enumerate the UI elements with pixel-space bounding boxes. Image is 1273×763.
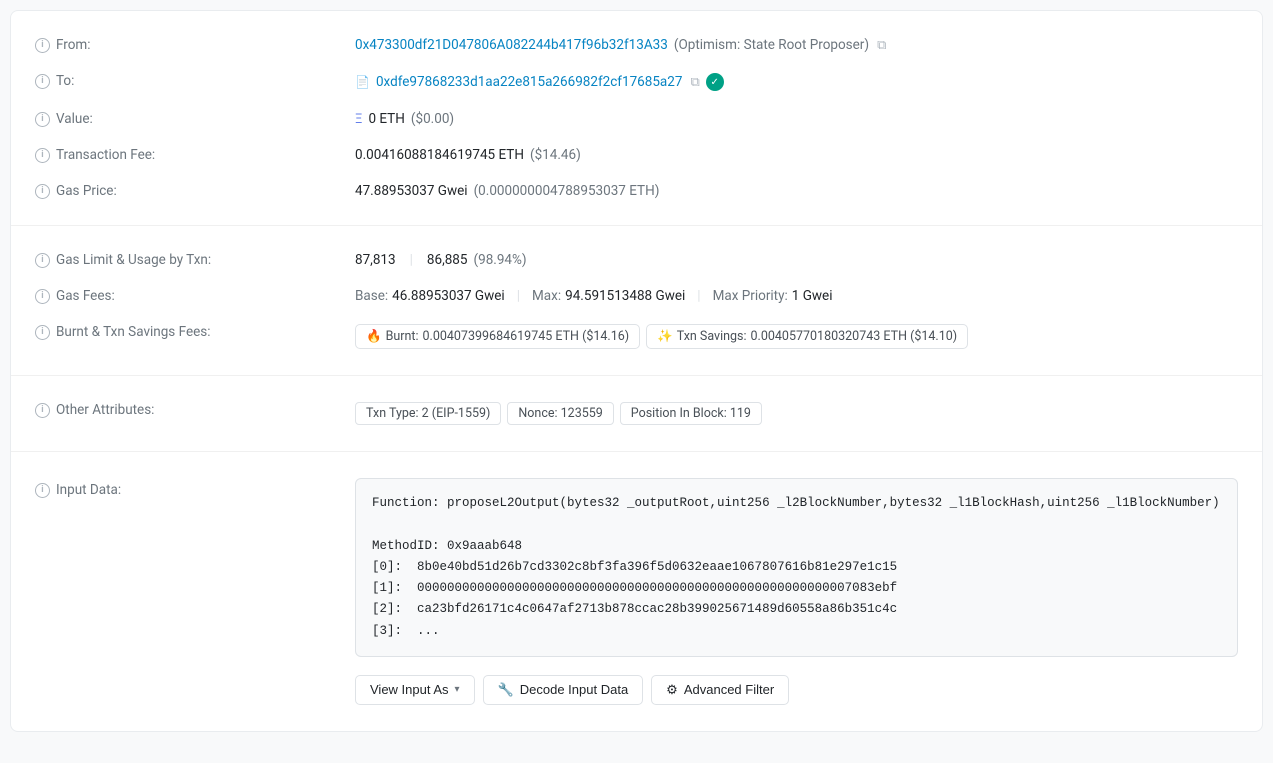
- gasprice-info-icon[interactable]: i: [35, 184, 50, 199]
- attributes-info-icon[interactable]: i: [35, 403, 50, 418]
- gasfees-value: Base: 46.88953037 Gwei | Max: 94.5915134…: [355, 288, 1238, 304]
- txfee-amount: 0.00416088184619745 ETH: [355, 147, 524, 163]
- txfee-value: 0.00416088184619745 ETH ($14.46): [355, 147, 1238, 163]
- to-info-icon[interactable]: i: [35, 74, 50, 89]
- nonce-value: 123559: [561, 406, 603, 421]
- maxpriority-label: Max Priority:: [713, 288, 788, 304]
- value-info-icon[interactable]: i: [35, 112, 50, 127]
- eth-icon: Ξ: [355, 112, 362, 127]
- position-label: Position In Block:: [631, 406, 727, 421]
- burnt-info-icon[interactable]: i: [35, 325, 50, 340]
- divider-1: |: [410, 252, 413, 268]
- from-label: i From:: [35, 37, 355, 53]
- gaslimit-usage: 86,885: [427, 252, 468, 268]
- inputdata-value: Function: proposeL2Output(bytes32 _outpu…: [355, 478, 1238, 705]
- from-copy-icon[interactable]: ⧉: [877, 38, 886, 53]
- to-verified-icon: ✓: [706, 73, 724, 91]
- divider-2: |: [517, 288, 520, 304]
- max-value: 94.591513488 Gwei: [565, 288, 685, 304]
- txfee-usd: ($14.46): [530, 147, 581, 163]
- burnt-badge: 🔥 Burnt: 0.00407399684619745 ETH ($14.16…: [355, 324, 640, 349]
- from-info-icon[interactable]: i: [35, 38, 50, 53]
- divider-3: |: [697, 288, 700, 304]
- txfee-label: i Transaction Fee:: [35, 147, 355, 163]
- gaslimit-limit: 87,813: [355, 252, 396, 268]
- position-value: 119: [730, 406, 751, 421]
- burnt-value: 🔥 Burnt: 0.00407399684619745 ETH ($14.16…: [355, 324, 1238, 349]
- decode-input-data-label: Decode Input Data: [520, 682, 628, 697]
- fire-icon: 🔥: [366, 329, 382, 344]
- nonce-label: Nonce:: [518, 406, 557, 421]
- gasfees-info-icon[interactable]: i: [35, 289, 50, 304]
- txn-type-badge: Txn Type: 2 (EIP-1559): [355, 402, 501, 425]
- from-address-link[interactable]: 0x473300df21D047806A082244b417f96b32f13A…: [355, 37, 668, 53]
- savings-badge: ✨ Txn Savings: 0.00405770180320743 ETH (…: [646, 324, 968, 349]
- nonce-badge: Nonce: 123559: [507, 402, 613, 425]
- value-amount: 0 ETH: [368, 111, 404, 127]
- filter-icon: ⚙: [666, 682, 678, 698]
- value-usd: ($0.00): [411, 111, 454, 127]
- chevron-down-icon: ▾: [455, 684, 460, 695]
- gaslimit-value: 87,813 | 86,885 (98.94%): [355, 252, 1238, 268]
- from-address-label: (Optimism: State Root Proposer): [674, 37, 869, 53]
- savings-amount: 0.00405770180320743 ETH ($14.10): [751, 329, 958, 344]
- inputdata-label: i Input Data:: [35, 478, 355, 498]
- burnt-label-text: Burnt:: [386, 329, 419, 344]
- decode-icon: 🔧: [498, 682, 514, 698]
- txn-type-value: 2 (EIP-1559): [422, 406, 491, 421]
- view-input-as-label: View Input As: [370, 682, 449, 697]
- base-label: Base:: [355, 288, 388, 304]
- inputdata-info-icon[interactable]: i: [35, 483, 50, 498]
- to-copy-icon[interactable]: ⧉: [690, 75, 699, 90]
- to-value: 📄 0xdfe97868233d1aa22e815a266982f2cf1768…: [355, 73, 1238, 91]
- value-value: Ξ 0 ETH ($0.00): [355, 111, 1238, 127]
- input-data-content: Function: proposeL2Output(bytes32 _outpu…: [372, 493, 1221, 642]
- max-label: Max:: [532, 288, 561, 304]
- position-badge: Position In Block: 119: [620, 402, 762, 425]
- advanced-filter-button[interactable]: ⚙ Advanced Filter: [651, 675, 789, 705]
- input-data-box: Function: proposeL2Output(bytes32 _outpu…: [355, 478, 1238, 657]
- value-label: i Value:: [35, 111, 355, 127]
- txfee-info-icon[interactable]: i: [35, 148, 50, 163]
- advanced-filter-label: Advanced Filter: [684, 682, 774, 697]
- gasprice-eth: (0.000000004788953037 ETH): [474, 183, 660, 199]
- base-value: 46.88953037 Gwei: [392, 288, 505, 304]
- from-value: 0x473300df21D047806A082244b417f96b32f13A…: [355, 37, 1238, 53]
- txn-type-label: Txn Type:: [366, 406, 419, 421]
- burnt-amount: 0.00407399684619745 ETH ($14.16): [423, 329, 630, 344]
- gasprice-gwei: 47.88953037 Gwei: [355, 183, 468, 199]
- gaslimit-label: i Gas Limit & Usage by Txn:: [35, 252, 355, 268]
- gaslimit-pct: (98.94%): [473, 252, 526, 268]
- attributes-label: i Other Attributes:: [35, 402, 355, 418]
- decode-input-data-button[interactable]: 🔧 Decode Input Data: [483, 675, 644, 705]
- maxpriority-value: 1 Gwei: [792, 288, 833, 304]
- contract-file-icon: 📄: [355, 75, 370, 89]
- gasprice-value: 47.88953037 Gwei (0.000000004788953037 E…: [355, 183, 1238, 199]
- gasprice-label: i Gas Price:: [35, 183, 355, 199]
- to-address-link[interactable]: 0xdfe97868233d1aa22e815a266982f2cf17685a…: [376, 74, 683, 90]
- burnt-label: i Burnt & Txn Savings Fees:: [35, 324, 355, 340]
- gasfees-label: i Gas Fees:: [35, 288, 355, 304]
- attributes-value: Txn Type: 2 (EIP-1559) Nonce: 123559 Pos…: [355, 402, 1238, 425]
- to-label: i To:: [35, 73, 355, 89]
- bottom-buttons: View Input As ▾ 🔧 Decode Input Data ⚙ Ad…: [355, 675, 789, 705]
- view-input-as-button[interactable]: View Input As ▾: [355, 675, 475, 705]
- gaslimit-info-icon[interactable]: i: [35, 253, 50, 268]
- savings-label-text: Txn Savings:: [677, 329, 747, 344]
- sparkle-icon: ✨: [657, 329, 673, 344]
